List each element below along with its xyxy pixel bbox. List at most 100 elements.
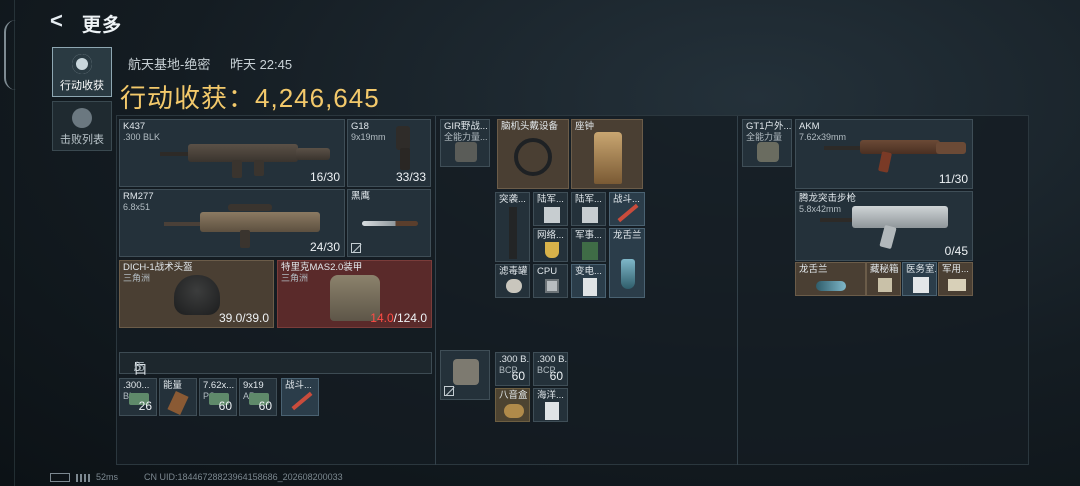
trophy-icon: [545, 242, 559, 258]
teammate-rig-slot[interactable]: GT1户外... 全能力量: [742, 119, 792, 167]
signal-icon: [76, 473, 90, 482]
item-name: 7.62x...: [203, 380, 235, 391]
rig-item[interactable]: 军事...: [571, 228, 606, 262]
secondary-weapon-ammo-count: 24/30: [309, 240, 340, 254]
tab-kills-label: 击败列表: [60, 134, 104, 146]
book-icon: [582, 242, 598, 260]
document-icon: [583, 278, 597, 296]
item-name: 军用...: [942, 264, 969, 275]
chest-rig-slot[interactable]: GIR野战... 全能力量...: [440, 119, 490, 167]
item-count: 60: [258, 399, 272, 413]
item-name: 突袭...: [499, 194, 526, 205]
tab-loot[interactable]: 行动收获: [52, 47, 112, 97]
rig-item[interactable]: 龙舌兰: [609, 228, 645, 298]
syringe-icon: [617, 203, 639, 223]
backpack-slot[interactable]: [440, 350, 490, 400]
rig-name: GT1户外...: [746, 121, 792, 132]
weapon-ammo-count: 11/30: [938, 172, 968, 186]
melee-slot[interactable]: 黑鹰: [347, 189, 431, 257]
no-trade-icon: [444, 386, 454, 396]
match-time: 昨天 22:45: [229, 57, 293, 72]
rig-item[interactable]: 座钟: [571, 119, 643, 189]
weapon-name: 腾龙突击步枪: [799, 193, 857, 204]
weapon-ammo: 5.8x42mm: [799, 204, 842, 214]
side-decoration: [0, 0, 15, 486]
item-name: CPU: [537, 266, 558, 277]
item-name: 网络...: [537, 230, 564, 241]
rig-item[interactable]: CPU: [533, 264, 568, 298]
rig-item[interactable]: 滤毒罐: [495, 264, 530, 298]
pocket-header: 口袋：5/5: [119, 352, 432, 396]
haul-label: 行动收获：: [120, 83, 256, 113]
uid-text: CN UID:18446728823964158686_202608200033: [144, 472, 343, 482]
tab-loot-label: 行动收获: [60, 80, 104, 92]
pocket-item[interactable]: 能量: [159, 378, 197, 416]
rig-name: GIR野战...: [444, 121, 488, 132]
teammate-item[interactable]: 医务室...: [902, 262, 937, 296]
box-icon: [878, 278, 892, 292]
armor-durability: 14.0/124.0: [370, 311, 427, 325]
item-name: 龙舌兰: [799, 264, 828, 275]
item-name: 军事...: [575, 230, 602, 241]
secondary-weapon-slot[interactable]: RM277 6.8x51 24/30: [119, 189, 345, 257]
backpack-item[interactable]: .300 B... BCP... 60: [495, 352, 530, 386]
id-card-icon: [544, 207, 560, 223]
rig-item[interactable]: 陆军...: [571, 192, 606, 226]
divider: [435, 116, 436, 465]
sidearm-ammo-count: 33/33: [395, 170, 426, 184]
armor-durability-current: 14.0: [370, 311, 394, 325]
rig-item[interactable]: 变电...: [571, 264, 606, 298]
item-name: 9x19: [243, 380, 264, 391]
pocket-item[interactable]: 9x19 AP... 60: [239, 378, 277, 416]
item-name: 海洋...: [537, 390, 564, 401]
headset-icon: [514, 138, 552, 176]
armor-name: 特里克MAS2.0装甲: [281, 262, 363, 273]
pocket-item[interactable]: 战斗...: [281, 378, 319, 416]
sidearm-slot[interactable]: G18 9x19mm 33/33: [347, 119, 431, 187]
armor-slot[interactable]: 特里克MAS2.0装甲 三角洲 14.0/124.0: [277, 260, 432, 328]
rig-item[interactable]: 网络...: [533, 228, 568, 262]
item-name: 能量: [163, 380, 183, 391]
match-info: 航天基地-绝密 昨天 22:45: [128, 54, 308, 73]
backpack-item[interactable]: .300 B... BCP... 60: [533, 352, 568, 386]
item-name: .300 B...: [537, 354, 568, 365]
pocket-item[interactable]: 7.62x... PS... 60: [199, 378, 237, 416]
teammate-item[interactable]: 藏秘箱: [866, 262, 901, 296]
teammate-item[interactable]: 龙舌兰: [795, 262, 866, 296]
document-icon: [545, 402, 559, 420]
rig-item[interactable]: 脑机头戴设备: [497, 119, 569, 189]
primary-weapon-slot[interactable]: K437 .300 BLK 16/30: [119, 119, 345, 187]
melee-name: 黑鹰: [351, 191, 371, 202]
teammate-primary-slot[interactable]: AKM 7.62x39mm 11/30: [795, 119, 973, 189]
weapon-ammo: 7.62x39mm: [799, 132, 847, 142]
teammate-item[interactable]: 军用...: [938, 262, 973, 296]
syringe-icon: [291, 391, 313, 411]
tab-kills[interactable]: 击败列表: [52, 101, 112, 151]
keycard-icon: [913, 277, 929, 293]
armor-durability-max: /124.0: [393, 311, 427, 325]
backpack-item[interactable]: 八音盒: [495, 388, 530, 422]
secondary-weapon-name: RM277: [123, 191, 154, 202]
primary-weapon-ammo-count: 16/30: [309, 170, 340, 184]
status-bar: 52ms CN UID:18446728823964158686_20260820…: [50, 472, 343, 483]
back-arrow-icon[interactable]: <: [50, 10, 70, 32]
no-trade-icon: [351, 243, 361, 253]
backpack-icon: [757, 142, 779, 162]
backpack-item[interactable]: 海洋...: [533, 388, 568, 422]
canister-icon: [506, 279, 522, 293]
item-name: 战斗...: [285, 380, 312, 391]
item-count: 60: [511, 369, 525, 383]
rig-item[interactable]: 突袭...: [495, 192, 530, 262]
rig-item[interactable]: 陆军...: [533, 192, 568, 226]
teammate-secondary-slot[interactable]: 腾龙突击步枪 5.8x42mm 0/45: [795, 191, 973, 261]
helmet-slot[interactable]: DICH-1战术头盔 三角洲 39.0/39.0: [119, 260, 274, 328]
pocket-item[interactable]: .300... BL... 26: [119, 378, 157, 416]
helmet-durability: 39.0/39.0: [218, 311, 269, 325]
item-name: 龙舌兰: [613, 230, 642, 241]
backpack-icon: [453, 359, 479, 385]
item-name: 八音盒: [499, 390, 528, 401]
divider: [737, 116, 738, 465]
rig-item[interactable]: 战斗...: [609, 192, 645, 226]
map-name: 航天基地-绝密: [128, 57, 211, 72]
knife-icon: [362, 221, 418, 226]
